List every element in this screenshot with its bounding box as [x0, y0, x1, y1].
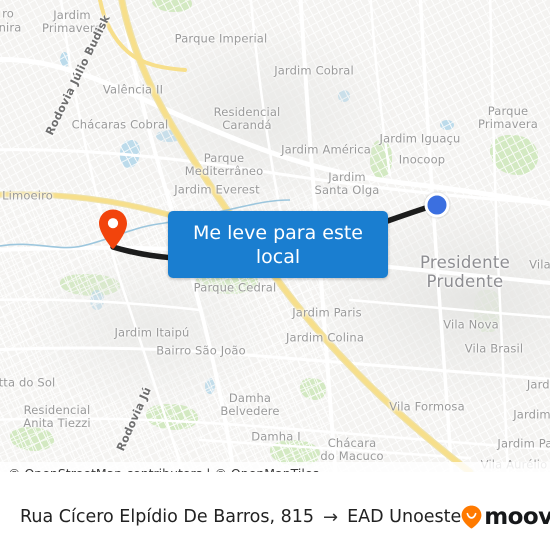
origin-pin-marker[interactable]	[98, 209, 128, 249]
attribution-tiles[interactable]: © OpenMapTiles	[214, 466, 319, 473]
map-attribution: © OpenStreetMap contributors | © OpenMap…	[0, 462, 550, 472]
arrow-right-icon: →	[323, 506, 339, 528]
attribution-separator: |	[206, 466, 210, 473]
footer-bar: Rua Cícero Elpídio De Barros, 815 → EAD …	[0, 484, 550, 550]
moovit-map-screen: Jardim Primavera ro nira Parque Imperial Jar…	[0, 0, 550, 550]
take-me-here-button[interactable]: Me leve para este local	[168, 211, 388, 278]
route-destination-label: EAD Unoeste	[347, 507, 462, 527]
destination-dot-marker[interactable]	[424, 192, 450, 218]
moovit-logo[interactable]: moovit	[461, 504, 550, 530]
moovit-wordmark: moovit	[484, 504, 550, 530]
map-pin-icon	[99, 209, 127, 249]
moovit-pin-icon	[461, 505, 482, 529]
route-origin-label: Rua Cícero Elpídio De Barros, 815	[20, 507, 315, 527]
route-summary: Rua Cícero Elpídio De Barros, 815 → EAD …	[20, 507, 461, 528]
map-canvas[interactable]: Jardim Primavera ro nira Parque Imperial Jar…	[0, 0, 550, 472]
attribution-osm[interactable]: © OpenStreetMap contributors	[8, 466, 202, 473]
